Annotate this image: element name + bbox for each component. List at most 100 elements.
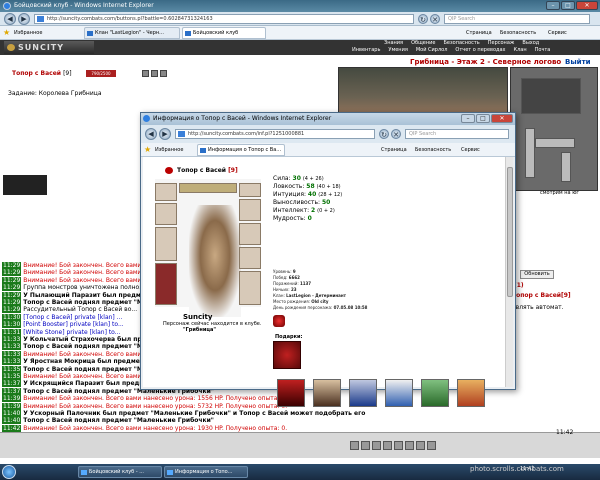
menu-character[interactable]: Персонаж xyxy=(484,40,519,47)
chat-time[interactable]: 11:29 xyxy=(2,291,22,299)
chat-time[interactable]: 11:29 xyxy=(2,269,22,277)
boots-slot[interactable] xyxy=(239,271,261,305)
address-input[interactable]: http://suncity.combats.com/buttons.pl?ba… xyxy=(34,14,414,24)
chat-time[interactable]: 11:30 xyxy=(2,313,22,321)
translit-icon[interactable] xyxy=(394,441,403,450)
popup-close-button[interactable]: ✕ xyxy=(491,114,513,123)
minimize-button[interactable]: – xyxy=(546,1,560,10)
popup-scrollbar[interactable] xyxy=(505,157,513,387)
menu-mail[interactable]: Почта xyxy=(531,47,555,54)
close-button[interactable]: ✕ xyxy=(576,1,598,10)
amulet-slot[interactable] xyxy=(155,203,177,225)
scroll-item[interactable] xyxy=(313,379,341,407)
favorites-star-icon[interactable]: ★ xyxy=(144,145,151,154)
menu-exit[interactable]: Выход xyxy=(518,40,543,47)
chat-time[interactable]: 11:37 xyxy=(2,387,22,395)
chat-time[interactable]: 11:39 xyxy=(2,402,22,410)
sound-icon[interactable] xyxy=(383,441,392,450)
chat-time[interactable]: 11:40 xyxy=(2,417,22,425)
scroll-item[interactable] xyxy=(421,379,449,407)
popup-safety-menu[interactable]: Безопасность xyxy=(415,146,451,154)
scroll-item[interactable] xyxy=(277,379,305,407)
favorites-star-icon[interactable]: ★ xyxy=(3,28,10,37)
tab-fight-club[interactable]: Бойцовский клуб xyxy=(182,27,266,39)
shield-slot[interactable] xyxy=(239,223,261,245)
filter-icon[interactable] xyxy=(361,441,370,450)
start-button[interactable] xyxy=(2,465,16,479)
popup-tab-info[interactable]: Информация о Топор с Ва... xyxy=(197,144,285,156)
stop-button[interactable]: ✕ xyxy=(430,14,440,24)
clan-emblem-icon[interactable] xyxy=(165,167,173,174)
chat-time[interactable]: 11:31 xyxy=(2,328,22,336)
chat-time[interactable]: 11:40 xyxy=(2,410,22,417)
minimap[interactable] xyxy=(510,67,598,191)
popup-service-menu[interactable]: Сервис xyxy=(461,146,480,154)
armor-slot[interactable] xyxy=(155,263,177,305)
popup-maximize-button[interactable]: □ xyxy=(476,114,490,123)
chat-time[interactable]: 11:29 xyxy=(2,276,22,284)
help-icon[interactable] xyxy=(427,441,436,450)
popup-search-input[interactable]: QIP Search xyxy=(405,129,509,139)
chat-time[interactable]: 11:37 xyxy=(2,380,22,388)
chat-time[interactable]: 11:33 xyxy=(2,358,22,366)
chat-time[interactable]: 11:29 xyxy=(2,306,22,314)
player-name[interactable]: Топор с Васей [9] xyxy=(12,70,72,77)
scroll-item[interactable] xyxy=(385,379,413,407)
menu-skills[interactable]: Умения xyxy=(384,47,411,54)
chat-time[interactable]: 11:33 xyxy=(2,343,22,351)
menu-knowledge[interactable]: Знания xyxy=(380,40,407,47)
shield-icon[interactable] xyxy=(151,70,158,77)
popup-page-menu[interactable]: Страница xyxy=(381,146,407,154)
chat-time[interactable]: 11:29 xyxy=(2,262,22,269)
menu-clan[interactable]: Клан xyxy=(510,47,531,54)
chat-time[interactable]: 11:30 xyxy=(2,321,22,329)
tab-clan[interactable]: Клан "LastLegion" - Черн... xyxy=(84,27,180,39)
shield-icon[interactable] xyxy=(160,70,167,77)
task-fight-club[interactable]: Бойцовский клуб - ... xyxy=(78,466,162,478)
page-menu[interactable]: Страница xyxy=(466,29,492,37)
exit-button[interactable]: Выйти xyxy=(565,58,591,66)
gift-item[interactable] xyxy=(273,341,301,369)
effect-icon[interactable] xyxy=(142,70,149,77)
chat-time[interactable]: 11:35 xyxy=(2,373,22,380)
popup-forward-button[interactable]: ▶ xyxy=(159,128,171,140)
menu-inventory[interactable]: Инвентарь xyxy=(348,47,384,54)
forward-button[interactable]: ▶ xyxy=(18,13,30,25)
maximize-button[interactable]: □ xyxy=(561,1,575,10)
emblem-icon[interactable] xyxy=(273,315,285,327)
weapon-slot[interactable] xyxy=(155,227,177,261)
scroll-item[interactable] xyxy=(349,379,377,407)
popup-favorites-button[interactable]: Избранное xyxy=(155,146,183,154)
spell-slots[interactable] xyxy=(179,183,237,193)
chat-time[interactable]: 11:29 xyxy=(2,299,22,306)
search-input[interactable]: QIP Search xyxy=(444,14,590,24)
helmet-slot[interactable] xyxy=(155,183,177,201)
favorites-button[interactable]: Избранное xyxy=(14,29,42,37)
menu-transfers[interactable]: Отчет о переводах xyxy=(451,47,509,54)
chat-time[interactable]: 11:29 xyxy=(2,284,22,292)
scrollbar-thumb[interactable] xyxy=(507,167,513,297)
service-menu[interactable]: Сервис xyxy=(548,29,567,37)
clear-icon[interactable] xyxy=(372,441,381,450)
chat-time[interactable]: 11:33 xyxy=(2,336,22,343)
back-button[interactable]: ◀ xyxy=(4,13,16,25)
popup-refresh-button[interactable]: ↻ xyxy=(379,129,389,139)
menu-my[interactable]: Мой Сирлол xyxy=(412,47,452,54)
bracer-slot[interactable] xyxy=(239,199,261,221)
compass-icon[interactable] xyxy=(521,78,581,114)
menu-security[interactable]: Безопасность xyxy=(439,40,483,47)
chat-time[interactable]: 11:42 xyxy=(2,424,22,432)
log-icon[interactable] xyxy=(416,441,425,450)
refresh-button[interactable]: ↻ xyxy=(418,14,428,24)
settings-icon[interactable] xyxy=(405,441,414,450)
earring-slot[interactable] xyxy=(239,183,261,197)
chat-time[interactable]: 11:33 xyxy=(2,350,22,358)
popup-stop-button[interactable]: ✕ xyxy=(391,129,401,139)
menu-chat[interactable]: Общение xyxy=(407,40,439,47)
scroll-item[interactable] xyxy=(457,379,485,407)
popup-address-input[interactable]: http://suncity.combats.com/inf.pl?125100… xyxy=(175,129,375,139)
popup-back-button[interactable]: ◀ xyxy=(145,128,157,140)
gloves-slot[interactable] xyxy=(239,247,261,269)
safety-menu[interactable]: Безопасность xyxy=(500,29,536,37)
popup-minimize-button[interactable]: – xyxy=(461,114,475,123)
